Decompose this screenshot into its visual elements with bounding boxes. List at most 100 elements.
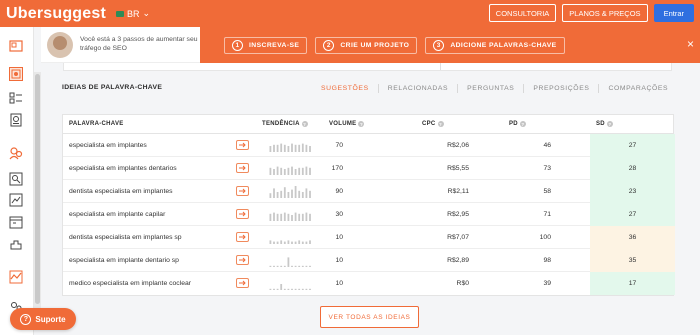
trend-bar [305, 212, 308, 221]
language-selector[interactable]: BR ⌄ [116, 8, 150, 19]
step-add-keywords[interactable]: 3 ADICIONE PALAVRAS-CHAVE [425, 36, 565, 54]
site-audit-icon[interactable] [9, 172, 23, 186]
trend-bar [276, 144, 279, 152]
open-keyword-arrow-icon[interactable] [236, 209, 249, 219]
trend-bar [301, 213, 304, 221]
trend-bar [269, 265, 272, 267]
support-button[interactable]: ? Suporte [10, 308, 76, 330]
keyword-tabs: SUGESTÕES RELACIONADAS PERGUNTAS PREPOSI… [312, 84, 677, 93]
sidebar-scrollbar[interactable] [34, 72, 41, 308]
tab-prepositions[interactable]: PREPOSIÇÕES [523, 84, 598, 93]
trend-bar [309, 213, 311, 221]
tab-related[interactable]: RELACIONADAS [377, 84, 457, 93]
help-icon: ? [358, 121, 365, 127]
scrollbar-thumb[interactable] [35, 74, 40, 304]
trend-bar [283, 212, 286, 221]
sd-cell: 23 [590, 180, 675, 203]
trend-bar [276, 241, 279, 244]
tab-questions[interactable]: PERGUNTAS [457, 84, 523, 93]
trend-bar [280, 240, 283, 244]
plans-pricing-button[interactable]: PLANOS & PREÇOS [562, 4, 648, 22]
cpc-cell: R$0 [456, 280, 469, 287]
pd-cell: 98 [543, 257, 551, 264]
rank-tracking-icon[interactable] [9, 193, 23, 207]
trend-bar [283, 144, 286, 152]
pd-cell: 73 [543, 165, 551, 172]
column-header-keyword[interactable]: PALAVRA-CHAVE [69, 121, 124, 127]
column-header-volume[interactable]: VOLUME? [329, 121, 365, 127]
keyword-ideas-icon[interactable] [9, 91, 23, 105]
trend-bar [291, 288, 293, 290]
trend-bar [280, 190, 283, 198]
tab-suggestions[interactable]: SUGESTÕES [312, 84, 378, 93]
trend-bar [305, 144, 308, 152]
traffic-chart-icon[interactable] [9, 270, 23, 284]
trend-bar [294, 169, 297, 175]
trend-bar [276, 166, 279, 175]
tab-comparisons[interactable]: COMPARAÇÕES [598, 84, 677, 93]
keyword-cell[interactable]: especialista em implantes [69, 134, 147, 157]
trend-bar [273, 188, 275, 198]
open-keyword-arrow-icon[interactable] [236, 255, 249, 265]
trend-bar [287, 240, 290, 244]
keyword-overview-icon[interactable] [9, 67, 23, 81]
pd-cell: 58 [543, 188, 551, 195]
close-icon[interactable]: × [687, 38, 694, 50]
trend-bar [301, 241, 304, 244]
onboarding-banner: Você está a 3 passos de aumentar seu trá… [41, 27, 700, 63]
trend-sparkline [269, 186, 311, 198]
dashboard-icon[interactable] [9, 39, 23, 53]
keyword-cell[interactable]: especialista em implantes dentarios [69, 157, 177, 180]
table-row: dentista especialista em implantes sp 10 R… [63, 226, 675, 249]
volume-cell: 90 [335, 188, 343, 195]
step-create-project[interactable]: 2 CRIE UM PROJETO [315, 36, 418, 54]
trend-bar [269, 167, 272, 175]
cpc-cell: R$2,89 [447, 257, 469, 264]
open-keyword-arrow-icon[interactable] [236, 186, 249, 196]
view-all-ideas-button[interactable]: VER TODAS AS IDEIAS [320, 306, 419, 328]
competitors-icon[interactable] [9, 146, 23, 160]
trend-bar [269, 240, 272, 244]
pd-cell: 39 [543, 280, 551, 287]
trend-bar [309, 190, 311, 198]
open-keyword-arrow-icon[interactable] [236, 140, 249, 150]
sd-cell: 35 [590, 249, 675, 272]
volume-cell: 10 [335, 257, 343, 264]
volume-cell: 30 [335, 211, 343, 218]
trend-bar [294, 186, 297, 198]
step-number: 3 [433, 39, 445, 51]
keyword-cell[interactable]: medico especialista em implante coclear [69, 272, 191, 295]
open-keyword-arrow-icon[interactable] [236, 232, 249, 242]
keyword-cell[interactable]: dentista especialista em implantes [69, 180, 173, 203]
open-keyword-arrow-icon[interactable] [236, 163, 249, 173]
keyword-cell[interactable]: especialista em implante capilar [69, 203, 165, 226]
keyword-cell[interactable]: especialista em implante dentario sp [69, 249, 179, 272]
ubersuggest-logo[interactable]: Ubersuggest [6, 5, 106, 23]
calendar-icon[interactable] [9, 215, 23, 229]
content-ideas-icon[interactable] [9, 113, 23, 127]
trend-bar [298, 190, 301, 198]
step-sign-up[interactable]: 1 INSCREVA-SE [224, 36, 308, 54]
column-header-trend[interactable]: TENDÊNCIA? [262, 121, 308, 127]
backlinks-icon[interactable] [9, 237, 23, 251]
trend-bar [305, 288, 308, 290]
avatar [47, 32, 73, 58]
column-header-pd[interactable]: PD? [509, 121, 526, 127]
column-header-sd[interactable]: SD? [596, 121, 613, 127]
trend-bar [305, 265, 308, 267]
trend-bar [269, 288, 272, 290]
language-label: BR [127, 8, 140, 19]
trend-sparkline [269, 257, 311, 267]
trend-bar [283, 169, 286, 175]
trend-bar [294, 265, 297, 267]
volume-cell: 10 [335, 280, 343, 287]
login-button[interactable]: Entrar [653, 4, 694, 22]
keyword-cell[interactable]: dentista especialista em implantes sp [69, 226, 182, 249]
step-label: CRIE UM PROJETO [340, 41, 410, 49]
support-label: Suporte [35, 314, 66, 324]
column-header-cpc[interactable]: CPC? [422, 121, 444, 127]
open-keyword-arrow-icon[interactable] [236, 278, 249, 288]
trend-bar [273, 288, 275, 290]
trend-bar [287, 167, 290, 175]
consulting-button[interactable]: CONSULTORIA [488, 4, 557, 22]
